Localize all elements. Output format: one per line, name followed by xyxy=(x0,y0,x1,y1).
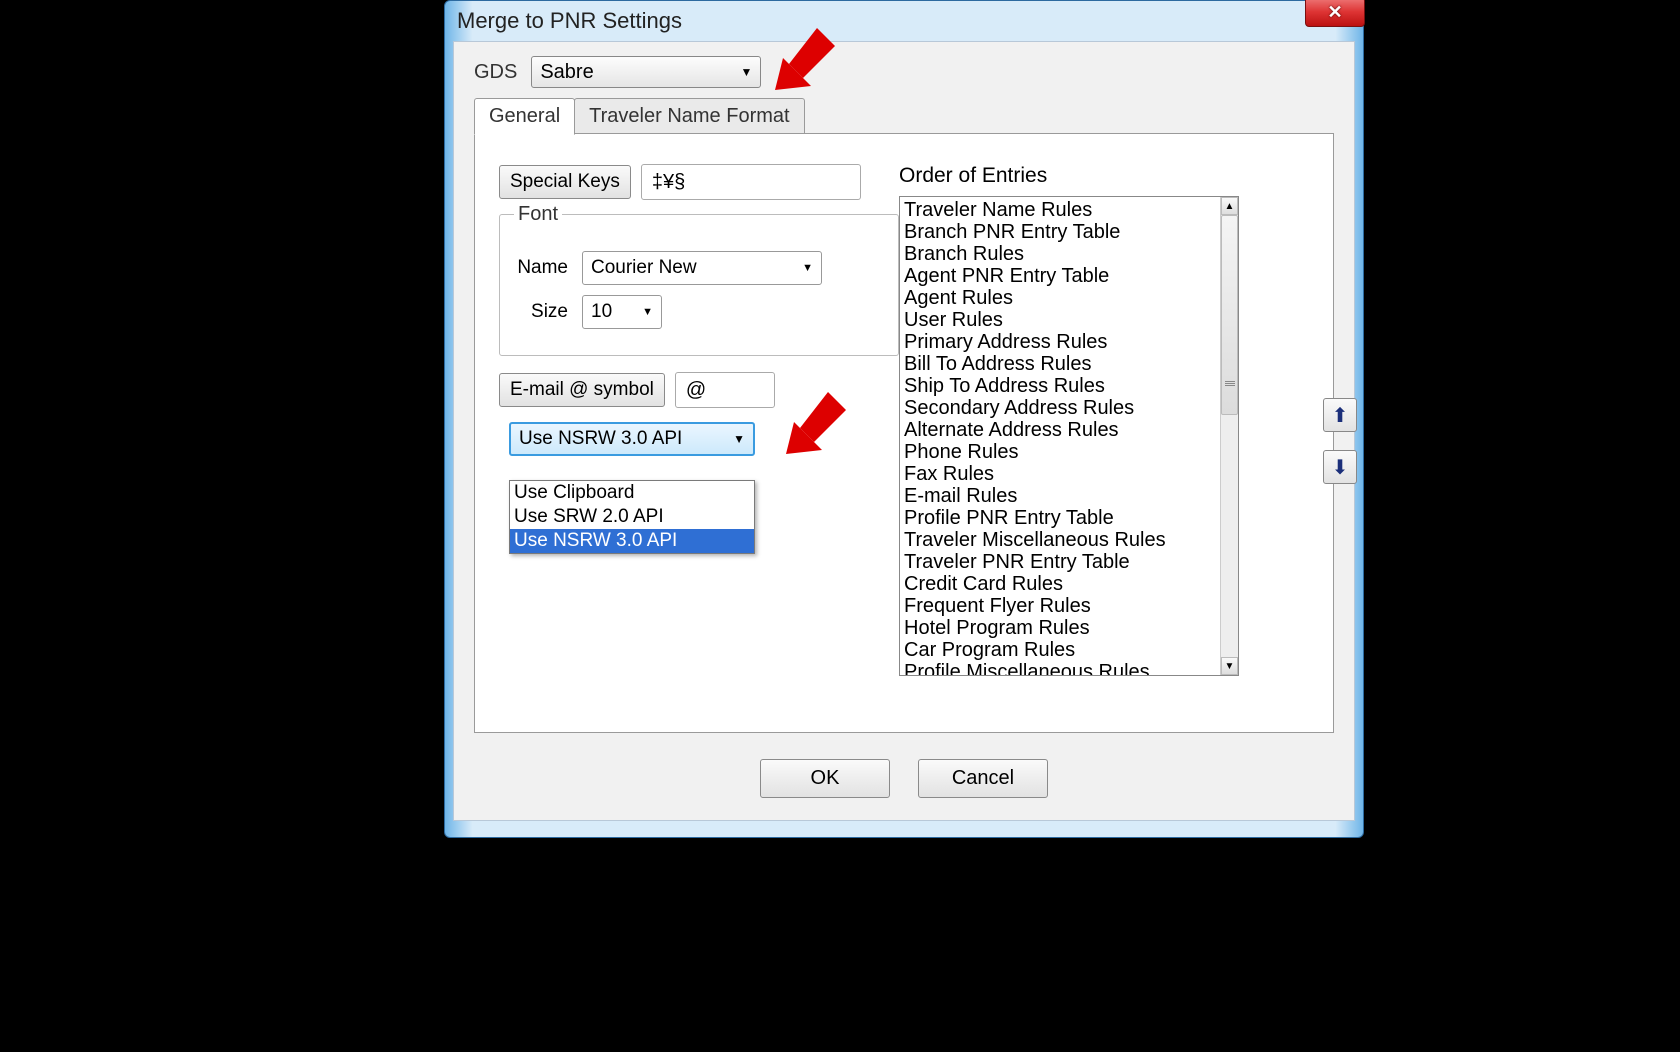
list-item[interactable]: Ship To Address Rules xyxy=(904,375,1216,397)
list-item[interactable]: Credit Card Rules xyxy=(904,573,1216,595)
tab-traveler-name-format[interactable]: Traveler Name Format xyxy=(574,98,804,134)
list-item[interactable]: Profile PNR Entry Table xyxy=(904,507,1216,529)
list-item[interactable]: User Rules xyxy=(904,309,1216,331)
gds-select[interactable]: Sabre ▼ xyxy=(531,56,761,88)
font-size-select[interactable]: 10 ▼ xyxy=(582,295,662,329)
list-item[interactable]: E-mail Rules xyxy=(904,485,1216,507)
list-item[interactable]: Traveler Name Rules xyxy=(904,199,1216,221)
font-fieldset: Font Name Courier New ▼ Size 10 ▼ xyxy=(499,214,899,356)
order-of-entries-listbox[interactable]: Traveler Name RulesBranch PNR Entry Tabl… xyxy=(899,196,1239,676)
email-symbol-input[interactable] xyxy=(675,372,775,408)
dialog-title: Merge to PNR Settings xyxy=(457,8,682,34)
list-item[interactable]: Alternate Address Rules xyxy=(904,419,1216,441)
dialog-body: GDS Sabre ▼ General Traveler Name Format… xyxy=(453,41,1355,821)
api-mode-option[interactable]: Use NSRW 3.0 API xyxy=(510,529,754,553)
list-item[interactable]: Branch PNR Entry Table xyxy=(904,221,1216,243)
scroll-down-icon[interactable]: ▼ xyxy=(1221,657,1238,675)
api-mode-selected: Use NSRW 3.0 API xyxy=(519,428,682,450)
api-mode-dropdown: Use ClipboardUse SRW 2.0 APIUse NSRW 3.0… xyxy=(509,480,755,554)
scrollbar[interactable]: ▲ ▼ xyxy=(1220,197,1238,675)
merge-pnr-settings-dialog: Merge to PNR Settings ✕ GDS Sabre ▼ Gene… xyxy=(444,0,1364,838)
chevron-down-icon: ▼ xyxy=(642,306,653,318)
list-item[interactable]: Frequent Flyer Rules xyxy=(904,595,1216,617)
ok-button[interactable]: OK xyxy=(760,759,890,798)
font-size-value: 10 xyxy=(591,301,612,323)
move-down-button[interactable]: ⬇ xyxy=(1323,450,1357,484)
list-item[interactable]: Bill To Address Rules xyxy=(904,353,1216,375)
api-mode-option[interactable]: Use SRW 2.0 API xyxy=(510,505,754,529)
font-name-label: Name xyxy=(514,257,568,279)
arrow-down-icon: ⬇ xyxy=(1332,455,1349,480)
arrow-up-icon: ⬆ xyxy=(1332,403,1349,428)
api-mode-option[interactable]: Use Clipboard xyxy=(510,481,754,505)
font-size-label: Size xyxy=(514,301,568,323)
email-symbol-button[interactable]: E-mail @ symbol xyxy=(499,373,665,407)
tab-general[interactable]: General xyxy=(474,98,575,135)
order-of-entries-label: Order of Entries xyxy=(899,164,1309,188)
list-item[interactable]: Primary Address Rules xyxy=(904,331,1216,353)
list-item[interactable]: Branch Rules xyxy=(904,243,1216,265)
font-legend: Font xyxy=(514,203,562,226)
list-item[interactable]: Secondary Address Rules xyxy=(904,397,1216,419)
close-button[interactable]: ✕ xyxy=(1305,0,1365,27)
list-item[interactable]: Hotel Program Rules xyxy=(904,617,1216,639)
cancel-button[interactable]: Cancel xyxy=(918,759,1048,798)
list-item[interactable]: Car Program Rules xyxy=(904,639,1216,661)
tab-panel-general: Special Keys Font Name Courier New ▼ Siz… xyxy=(474,133,1334,733)
list-item[interactable]: Profile Miscellaneous Rules xyxy=(904,661,1216,675)
api-mode-select[interactable]: Use NSRW 3.0 API ▼ xyxy=(509,422,755,456)
chevron-down-icon: ▼ xyxy=(740,65,752,79)
font-name-value: Courier New xyxy=(591,257,697,279)
gds-label: GDS xyxy=(474,61,517,84)
chevron-down-icon: ▼ xyxy=(802,262,813,274)
font-name-select[interactable]: Courier New ▼ xyxy=(582,251,822,285)
list-item[interactable]: Agent Rules xyxy=(904,287,1216,309)
gds-selected-value: Sabre xyxy=(540,61,593,84)
list-item[interactable]: Traveler Miscellaneous Rules xyxy=(904,529,1216,551)
list-item[interactable]: Agent PNR Entry Table xyxy=(904,265,1216,287)
tab-strip: General Traveler Name Format xyxy=(474,98,1334,134)
titlebar: Merge to PNR Settings ✕ xyxy=(445,1,1363,41)
list-item[interactable]: Traveler PNR Entry Table xyxy=(904,551,1216,573)
close-icon: ✕ xyxy=(1327,2,1342,23)
list-item[interactable]: Phone Rules xyxy=(904,441,1216,463)
scroll-up-icon[interactable]: ▲ xyxy=(1221,197,1238,215)
special-keys-button[interactable]: Special Keys xyxy=(499,165,631,199)
chevron-down-icon: ▼ xyxy=(733,432,745,446)
special-keys-input[interactable] xyxy=(641,164,861,200)
move-up-button[interactable]: ⬆ xyxy=(1323,398,1357,432)
list-item[interactable]: Fax Rules xyxy=(904,463,1216,485)
